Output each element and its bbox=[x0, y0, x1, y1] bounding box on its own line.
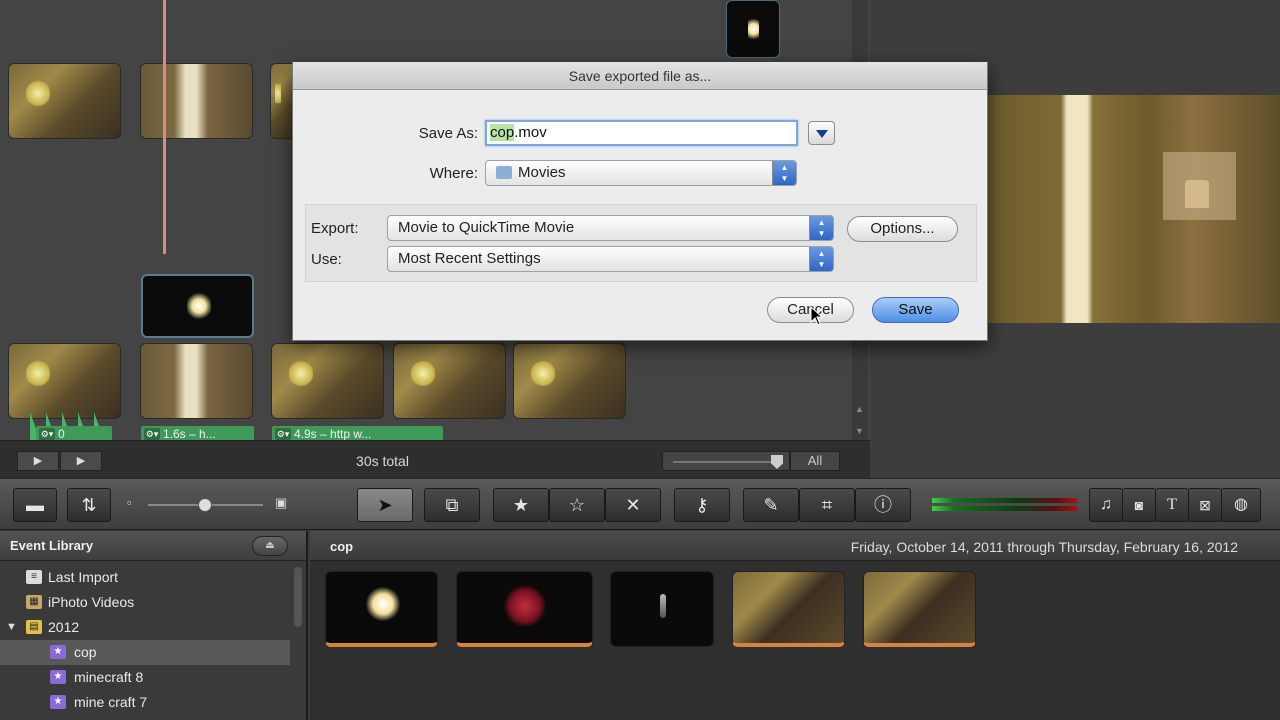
dialog-title: Save exported file as... bbox=[293, 62, 987, 90]
info-icon[interactable]: ⓘ bbox=[855, 488, 911, 522]
title-clip-thumbnail[interactable] bbox=[141, 274, 254, 338]
options-button[interactable]: Options... bbox=[847, 216, 958, 242]
crop-select-icon[interactable]: ⧉ bbox=[424, 488, 480, 522]
event-date-range: Friday, October 14, 2011 through Thursda… bbox=[850, 539, 1238, 555]
event-browser: cop Friday, October 14, 2011 through Thu… bbox=[310, 531, 1280, 720]
project-clip-thumbnail[interactable] bbox=[140, 343, 253, 419]
globe-icon[interactable]: ◍ bbox=[1221, 488, 1261, 522]
expand-dialog-button[interactable] bbox=[808, 121, 835, 145]
star-filled-icon[interactable]: ★ bbox=[493, 488, 549, 522]
event-star-icon: ★ bbox=[50, 645, 66, 659]
where-label: Where: bbox=[429, 165, 478, 182]
title-t-icon[interactable]: T bbox=[1155, 488, 1189, 522]
calendar-icon: ▤ bbox=[26, 620, 42, 634]
list-icon: ≡ bbox=[26, 570, 42, 584]
reject-x-icon[interactable]: ✕ bbox=[605, 488, 661, 522]
eject-icon[interactable]: ⏏ bbox=[252, 536, 288, 556]
music-note-icon[interactable]: ♫ bbox=[1089, 488, 1123, 522]
event-browser-header: cop Friday, October 14, 2011 through Thu… bbox=[310, 531, 1280, 561]
filename-input[interactable]: cop.mov bbox=[485, 120, 798, 146]
project-clip-thumbnail[interactable] bbox=[271, 343, 384, 419]
project-clip-thumbnail[interactable] bbox=[8, 63, 121, 139]
export-format-popup[interactable]: Movie to QuickTime Movie ▲ ▼ bbox=[387, 215, 834, 241]
project-total-duration: 30s total bbox=[356, 453, 409, 469]
event-clip-thumbnail[interactable] bbox=[456, 571, 593, 647]
key-icon[interactable]: ⚷ bbox=[674, 488, 730, 522]
imovie-window: ⚙▾ 0 ⚙▾ 1.6s – h... ⚙▾ 4.9s – http w... … bbox=[0, 0, 1280, 720]
star-outline-icon[interactable]: ☆ bbox=[549, 488, 605, 522]
transition-icon[interactable]: ⊠ bbox=[1188, 488, 1222, 522]
event-library: Event Library ⏏ ≡ Last Import ▦ iPhoto V… bbox=[0, 531, 308, 720]
use-settings-popup[interactable]: Most Recent Settings ▲ ▼ bbox=[387, 246, 834, 272]
use-label: Use: bbox=[311, 251, 342, 268]
library-item-mine-craft-7[interactable]: ★ mine craft 7 bbox=[0, 690, 290, 715]
clip-size-slider[interactable] bbox=[662, 451, 790, 471]
where-popup[interactable]: Movies ▲ ▼ bbox=[485, 160, 797, 186]
camera-icon[interactable]: ▬ bbox=[13, 488, 57, 522]
slider-knob[interactable] bbox=[771, 455, 783, 469]
toolbar: ▬ ⇅ ▫ ▣ ➤ ⧉ ★ ☆ ✕ ⚷ ✎ ⌗ ⓘ ♫ ◙ T ⊠ ◍ bbox=[0, 478, 1280, 530]
library-item-cop[interactable]: ★ cop bbox=[0, 640, 290, 665]
library-item-2012[interactable]: ▼ ▤ 2012 bbox=[0, 615, 290, 640]
audio-level-meter bbox=[932, 496, 1077, 514]
small-frame-icon: ▫ bbox=[127, 495, 132, 510]
disclosure-triangle-icon[interactable]: ▼ bbox=[6, 615, 17, 640]
project-clip-thumbnail[interactable] bbox=[140, 63, 253, 139]
filename-selection: cop bbox=[490, 124, 515, 141]
title-clip-thumbnail[interactable] bbox=[726, 0, 780, 58]
popup-arrows-icon: ▲ ▼ bbox=[809, 216, 833, 240]
viewer-frame bbox=[988, 95, 1280, 323]
project-clip-thumbnail[interactable] bbox=[393, 343, 506, 419]
zoom-all-button[interactable]: All bbox=[790, 451, 840, 471]
swap-icon[interactable]: ⇅ bbox=[67, 488, 111, 522]
library-item-iphoto-videos[interactable]: ▦ iPhoto Videos bbox=[0, 590, 290, 615]
event-clip-thumbnail[interactable] bbox=[325, 571, 438, 647]
playhead[interactable] bbox=[163, 0, 166, 254]
thumbnail-size-slider[interactable] bbox=[148, 498, 263, 512]
project-status-bar: ▶ ▶ 30s total All bbox=[0, 440, 870, 478]
event-clip-thumbnail[interactable] bbox=[610, 571, 714, 647]
mouse-pointer-icon bbox=[810, 306, 824, 326]
folder-icon bbox=[496, 166, 512, 179]
event-name: cop bbox=[330, 539, 354, 554]
slider-knob[interactable] bbox=[198, 498, 212, 512]
export-label: Export: bbox=[311, 220, 359, 237]
gear-icon[interactable]: ⚙▾ bbox=[275, 428, 291, 440]
arrow-cursor-icon[interactable]: ➤ bbox=[357, 488, 413, 522]
crop-icon[interactable]: ⌗ bbox=[799, 488, 855, 522]
popup-arrows-icon: ▲ ▼ bbox=[809, 247, 833, 271]
gear-icon[interactable]: ⚙▾ bbox=[39, 428, 55, 440]
scroll-up-icon[interactable]: ▲ bbox=[855, 404, 864, 414]
library-item-last-import[interactable]: ≡ Last Import bbox=[0, 565, 290, 590]
save-export-dialog: Save exported file as... Save As: cop.mo… bbox=[292, 62, 988, 341]
project-clip-thumbnail[interactable] bbox=[8, 343, 121, 419]
gear-icon[interactable]: ⚙▾ bbox=[144, 428, 160, 440]
event-star-icon: ★ bbox=[50, 670, 66, 684]
event-star-icon: ★ bbox=[50, 695, 66, 709]
library-item-minecraft-8[interactable]: ★ minecraft 8 bbox=[0, 665, 290, 690]
event-clip-thumbnail[interactable] bbox=[863, 571, 976, 647]
filename-extension: .mov bbox=[514, 124, 547, 141]
library-scrollbar[interactable] bbox=[294, 567, 302, 627]
project-clip-thumbnail[interactable] bbox=[513, 343, 626, 419]
photo-camera-icon[interactable]: ◙ bbox=[1122, 488, 1156, 522]
save-as-label: Save As: bbox=[418, 125, 478, 142]
event-clip-thumbnail[interactable] bbox=[732, 571, 845, 647]
popup-arrows-icon: ▲ ▼ bbox=[772, 161, 796, 185]
person-icon: ▣ bbox=[275, 495, 288, 510]
scroll-down-icon[interactable]: ▼ bbox=[855, 426, 864, 436]
lamp-shape bbox=[1185, 180, 1209, 208]
eyedropper-icon[interactable]: ✎ bbox=[743, 488, 799, 522]
iphoto-icon: ▦ bbox=[26, 595, 42, 609]
save-button[interactable]: Save bbox=[872, 297, 959, 323]
